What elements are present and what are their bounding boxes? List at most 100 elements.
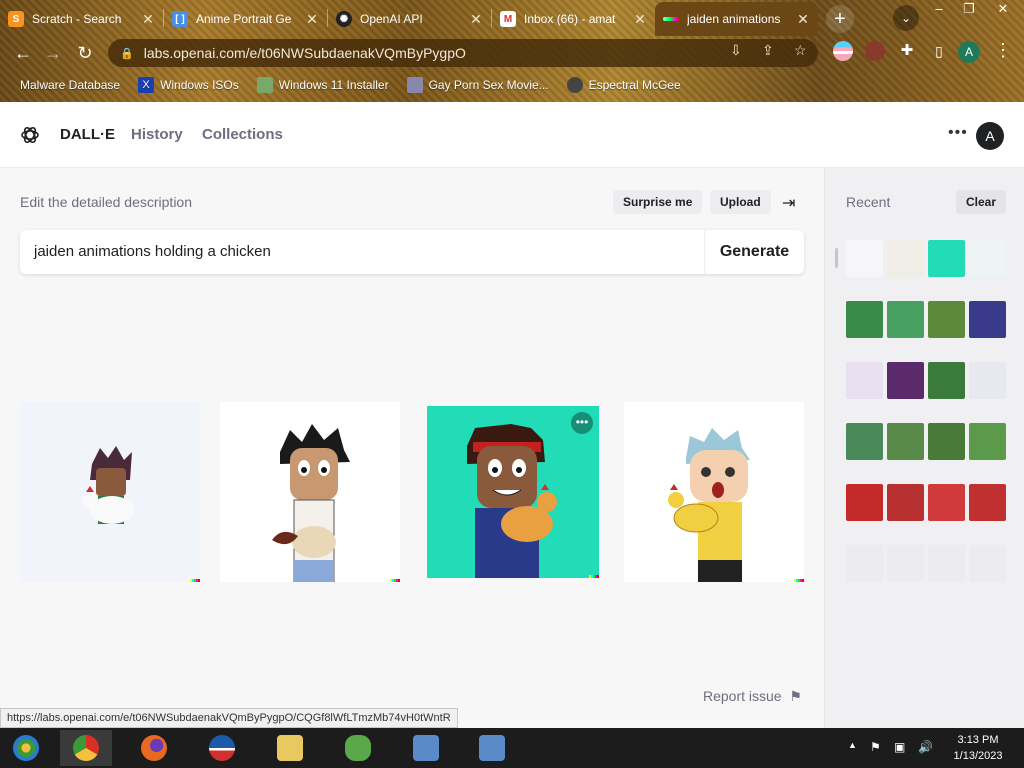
taskbar-obama-app[interactable] <box>196 730 248 766</box>
result-image[interactable] <box>624 402 804 582</box>
recent-thumbnail[interactable] <box>928 240 965 277</box>
bookmark-windows-isos[interactable]: X Windows ISOs <box>138 77 239 93</box>
new-tab-button[interactable]: + <box>826 5 854 33</box>
dalle-signature-strip <box>794 579 804 582</box>
nav-history[interactable]: History <box>131 126 183 143</box>
bookmark-label: Windows ISOs <box>160 78 239 92</box>
recent-thumbnail[interactable] <box>928 301 965 338</box>
recent-thumbnail[interactable] <box>846 240 883 277</box>
browser-menu-icon[interactable]: ⋮ <box>994 40 1012 61</box>
close-icon[interactable]: ✕ <box>141 11 155 28</box>
more-options-icon[interactable]: ••• <box>948 124 968 142</box>
x-icon: X <box>138 77 155 93</box>
generate-button[interactable]: Generate <box>704 230 804 274</box>
recent-thumbnail[interactable] <box>928 362 965 399</box>
recent-thumbnail[interactable] <box>887 301 924 338</box>
tab-gmail-inbox[interactable]: M Inbox (66) - amat ✕ <box>492 2 655 36</box>
bookmark-star-icon[interactable]: ☆ <box>794 42 807 59</box>
close-icon[interactable]: ✕ <box>469 11 483 28</box>
recent-thumbnail[interactable] <box>969 240 1006 277</box>
taskbar-firefox[interactable] <box>128 730 180 766</box>
recent-thumbnail[interactable] <box>887 423 924 460</box>
recent-thumbnail[interactable] <box>846 423 883 460</box>
report-issue-label: Report issue <box>703 688 782 704</box>
close-icon[interactable]: ✕ <box>796 11 810 28</box>
scrollbar-thumb[interactable] <box>835 248 838 268</box>
show-hidden-icons-icon[interactable]: ▲ <box>848 740 857 750</box>
bookmark-espectral-mcgee[interactable]: Espectral McGee <box>566 77 681 93</box>
dalle-signature-strip <box>190 579 200 582</box>
close-icon[interactable]: ✕ <box>633 11 647 28</box>
minimize-icon[interactable]: ‒ <box>924 0 954 20</box>
recent-thumbnail[interactable] <box>887 484 924 521</box>
recent-thumbnail[interactable] <box>846 362 883 399</box>
taskbar-chrome[interactable] <box>60 730 112 766</box>
recent-thumbnail[interactable] <box>846 484 883 521</box>
profile-avatar[interactable]: A <box>958 41 980 63</box>
taskbar-network-computer[interactable] <box>400 730 452 766</box>
close-icon[interactable]: ✕ <box>305 11 319 28</box>
user-avatar[interactable]: A <box>976 122 1004 150</box>
taskbar-network-people[interactable] <box>332 730 384 766</box>
forward-icon[interactable]: → <box>38 38 68 68</box>
recent-thumbnail[interactable] <box>928 545 965 582</box>
volume-icon[interactable]: 🔊 <box>918 740 933 754</box>
bracket-icon: [ ] <box>172 11 188 27</box>
tab-search-icon[interactable]: ⌄ <box>893 5 919 31</box>
start-button[interactable] <box>0 730 52 766</box>
bookmark-gay-porn-sex-movie[interactable]: Gay Porn Sex Movie... <box>406 77 549 93</box>
clear-history-button[interactable]: Clear <box>956 190 1007 214</box>
result-image[interactable] <box>20 402 200 582</box>
recent-thumbnail[interactable] <box>969 545 1006 582</box>
more-options-icon[interactable]: ••• <box>571 412 593 434</box>
network-people-icon <box>345 735 371 761</box>
recent-thumbnail[interactable] <box>846 301 883 338</box>
nav-collections[interactable]: Collections <box>202 126 283 143</box>
network-icon[interactable]: ▣ <box>894 740 905 754</box>
install-app-icon[interactable]: ⇩ <box>730 42 742 59</box>
system-clock[interactable]: 3:13 PM 1/13/2023 <box>940 732 1016 764</box>
extension-avatar-icon[interactable] <box>865 41 885 61</box>
tab-scratch-search[interactable]: S Scratch - Search ✕ <box>0 2 163 36</box>
window-close-icon[interactable]: ✕ <box>988 0 1018 20</box>
address-bar[interactable]: 🔒 labs.openai.com/e/t06NWSubdaenakVQmByP… <box>108 39 818 67</box>
extensions-puzzle-icon[interactable]: ✚ <box>897 41 917 61</box>
prompt-input[interactable]: jaiden animations holding a chicken <box>34 243 271 260</box>
brand-title[interactable]: DALL·E <box>60 126 115 143</box>
bookmark-malware-database[interactable]: Malware Database <box>20 78 120 92</box>
result-image-selected[interactable]: ••• <box>427 406 599 578</box>
upload-button[interactable]: Upload <box>710 190 771 214</box>
recent-thumbnail[interactable] <box>887 545 924 582</box>
openai-logo-icon[interactable] <box>20 125 40 145</box>
recent-thumbnail[interactable] <box>887 240 924 277</box>
side-panel-icon[interactable]: ▯ <box>929 41 949 61</box>
recent-thumbnail[interactable] <box>969 301 1006 338</box>
extension-flag-icon[interactable] <box>833 41 853 61</box>
tab-anime-portrait[interactable]: [ ] Anime Portrait Ge ✕ <box>164 2 327 36</box>
tab-jaiden-animations[interactable]: jaiden animations ✕ <box>655 2 818 36</box>
taskbar-network-computer-2[interactable] <box>466 730 518 766</box>
back-icon[interactable]: ← <box>8 38 38 68</box>
taskbar-explorer[interactable] <box>264 730 316 766</box>
explorer-icon <box>277 735 303 761</box>
reload-icon[interactable]: ↻ <box>70 38 100 68</box>
tab-openai-api[interactable]: ✺ OpenAI API ✕ <box>328 2 491 36</box>
restore-icon[interactable]: ❐ <box>954 0 984 20</box>
report-issue-link[interactable]: Report issue ⚑ <box>703 688 802 705</box>
recent-thumbnail[interactable] <box>969 423 1006 460</box>
result-image[interactable] <box>220 402 400 582</box>
recent-thumbnail[interactable] <box>928 423 965 460</box>
recent-thumbnail[interactable] <box>887 362 924 399</box>
status-bar-url: https://labs.openai.com/e/t06NWSubdaenak… <box>0 708 458 728</box>
action-center-flag-icon[interactable]: ⚑ <box>870 740 881 754</box>
recent-thumbnail[interactable] <box>846 545 883 582</box>
bookmark-windows-11-installer[interactable]: Windows 11 Installer <box>256 77 389 93</box>
recent-thumbnail[interactable] <box>928 484 965 521</box>
recent-thumbnail[interactable] <box>969 362 1006 399</box>
recent-thumbnail[interactable] <box>969 484 1006 521</box>
tab-title: Inbox (66) - amat <box>524 12 616 26</box>
dalle-signature-strip <box>589 575 599 578</box>
collapse-sidebar-icon[interactable]: ⇥ <box>782 193 795 213</box>
surprise-me-button[interactable]: Surprise me <box>613 190 703 214</box>
share-icon[interactable]: ⇪ <box>762 42 774 59</box>
